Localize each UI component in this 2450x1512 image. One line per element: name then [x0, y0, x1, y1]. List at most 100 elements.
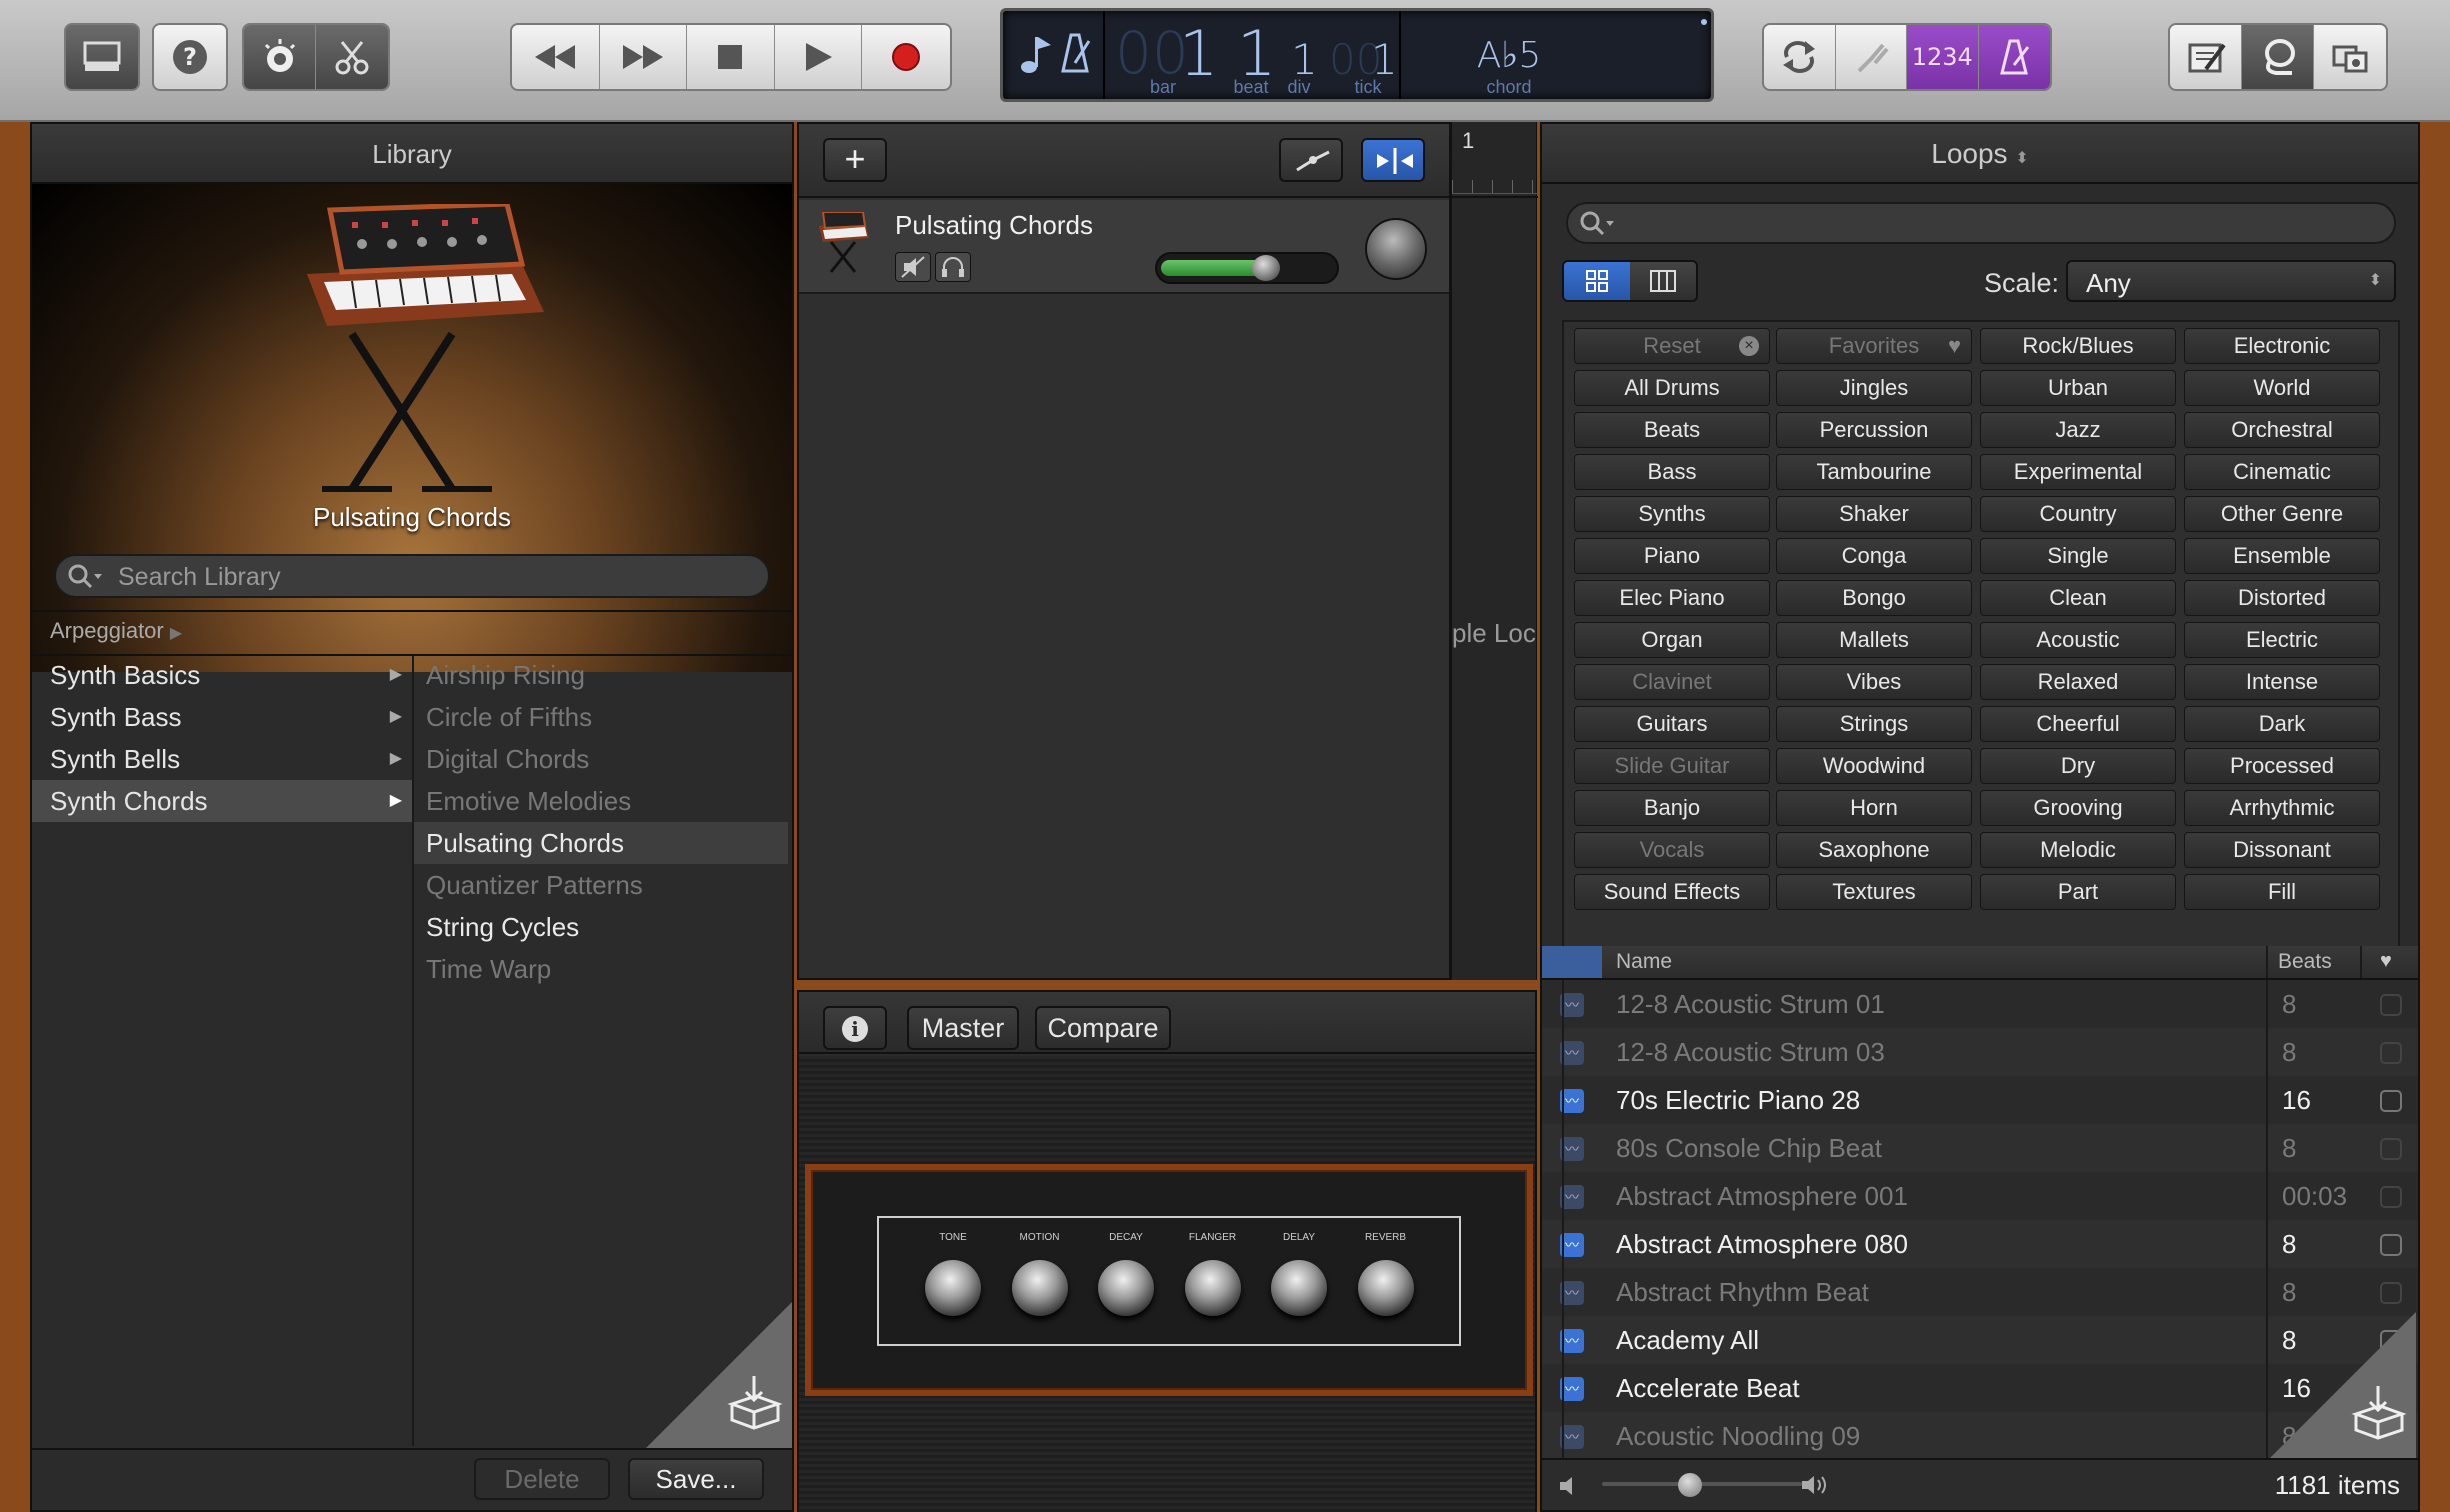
keyword-button[interactable]: Part [1980, 874, 2176, 910]
keyword-button[interactable]: Strings [1776, 706, 1972, 742]
favorite-checkbox[interactable] [2380, 1282, 2402, 1304]
patch-item[interactable]: Digital Chords [414, 738, 788, 780]
keyword-button[interactable]: Horn [1776, 790, 1972, 826]
library-button[interactable] [64, 23, 140, 91]
keyword-button[interactable]: Synths [1574, 496, 1770, 532]
count-in-button[interactable]: 1234 [1907, 25, 1979, 89]
keyword-button[interactable]: Slide Guitar [1574, 748, 1770, 784]
keyword-button[interactable]: Sound Effects [1574, 874, 1770, 910]
favorite-checkbox[interactable] [2380, 1138, 2402, 1160]
library-search-field[interactable]: Search Library [54, 554, 770, 598]
automation-button[interactable] [1279, 138, 1343, 182]
category-item[interactable]: Synth Basics ▶ [32, 654, 412, 696]
mute-button[interactable] [895, 252, 931, 282]
keyword-button[interactable]: Clean [1980, 580, 2176, 616]
help-button[interactable]: ? [152, 23, 228, 91]
keyword-button[interactable]: Dry [1980, 748, 2176, 784]
category-item[interactable]: Synth Chords ▶ [32, 780, 412, 822]
keyword-button[interactable]: Mallets [1776, 622, 1972, 658]
delete-button[interactable]: Delete [474, 1458, 610, 1500]
smart-knob[interactable] [925, 1260, 981, 1316]
smart-knob[interactable] [1184, 1260, 1241, 1316]
keyword-button[interactable]: Single [1980, 538, 2176, 574]
loop-row[interactable]: 〰 Abstract Rhythm Beat 8 [1542, 1268, 2418, 1316]
breadcrumb[interactable]: Arpeggiator ▶ [50, 618, 182, 644]
keyword-button[interactable]: Dissonant [2184, 832, 2380, 868]
keyword-button[interactable]: Fill [2184, 874, 2380, 910]
keyword-button[interactable]: Ensemble [2184, 538, 2380, 574]
note-pad-button[interactable] [2170, 25, 2242, 89]
favorite-checkbox[interactable] [2380, 1042, 2402, 1064]
keyword-button[interactable]: Electric [2184, 622, 2380, 658]
keyword-button[interactable]: Melodic [1980, 832, 2176, 868]
keyword-button[interactable]: Vocals [1574, 832, 1770, 868]
play-button[interactable] [775, 25, 863, 89]
preview-volume-thumb[interactable] [1678, 1473, 1702, 1497]
volume-thumb[interactable] [1252, 255, 1281, 281]
keyword-button[interactable]: Rock/Blues [1980, 328, 2176, 364]
patch-item[interactable]: Pulsating Chords [414, 822, 788, 864]
smart-quantize-button[interactable] [1361, 138, 1425, 182]
keyword-button[interactable]: Grooving [1980, 790, 2176, 826]
loop-row[interactable]: 〰 12-8 Acoustic Strum 01 8 [1542, 980, 2418, 1028]
keyword-button[interactable]: Piano [1574, 538, 1770, 574]
loop-row[interactable]: 〰 12-8 Acoustic Strum 03 8 [1542, 1028, 2418, 1076]
volume-slider[interactable] [1155, 252, 1339, 284]
keyword-button[interactable]: Beats [1574, 412, 1770, 448]
media-browser-button[interactable] [2314, 25, 2386, 89]
loop-row[interactable]: 〰 80s Console Chip Beat 8 [1542, 1124, 2418, 1172]
keyword-button[interactable]: Favorites ♥ [1776, 328, 1972, 364]
keyword-button[interactable]: Other Genre [2184, 496, 2380, 532]
keyword-button[interactable]: Processed [2184, 748, 2380, 784]
loop-browser-button[interactable] [2242, 25, 2314, 89]
keyword-button[interactable]: Tambourine [1776, 454, 1972, 490]
keyword-button[interactable]: Jazz [1980, 412, 2176, 448]
compare-button[interactable]: Compare [1035, 1006, 1171, 1050]
keyword-button[interactable]: Country [1980, 496, 2176, 532]
favorite-checkbox[interactable] [2380, 1186, 2402, 1208]
library-drop-zone[interactable] [644, 1302, 792, 1450]
cycle-button[interactable] [1764, 25, 1836, 89]
keyword-button[interactable]: All Drums [1574, 370, 1770, 406]
keyword-button[interactable]: Shaker [1776, 496, 1972, 532]
category-item[interactable]: Synth Bells ▶ [32, 738, 412, 780]
keyword-button[interactable]: Vibes [1776, 664, 1972, 700]
patch-item[interactable]: Emotive Melodies [414, 780, 788, 822]
column-beats[interactable]: Beats [2278, 950, 2332, 974]
favorite-checkbox[interactable] [2380, 1234, 2402, 1256]
keyword-button[interactable]: Acoustic [1980, 622, 2176, 658]
keyword-button[interactable]: Textures [1776, 874, 1972, 910]
keyword-button[interactable]: Saxophone [1776, 832, 1972, 868]
keyword-button[interactable]: Banjo [1574, 790, 1770, 826]
patch-item[interactable]: String Cycles [414, 906, 788, 948]
loop-row[interactable]: 〰 Abstract Atmosphere 080 8 [1542, 1220, 2418, 1268]
keyword-button[interactable]: Bass [1574, 454, 1770, 490]
keyword-button[interactable]: Jingles [1776, 370, 1972, 406]
keyword-button[interactable]: Arrhythmic [2184, 790, 2380, 826]
keyword-button[interactable]: Urban [1980, 370, 2176, 406]
tuner-button[interactable] [1836, 25, 1907, 89]
keyword-button[interactable]: Guitars [1574, 706, 1770, 742]
record-button[interactable] [862, 25, 950, 89]
keyword-button[interactable]: Elec Piano [1574, 580, 1770, 616]
keyword-button[interactable]: Distorted [2184, 580, 2380, 616]
preview-volume-slider[interactable] [1602, 1482, 1802, 1486]
smart-knob[interactable] [1011, 1260, 1068, 1316]
keyword-button[interactable]: Cheerful [1980, 706, 2176, 742]
lcd-display[interactable]: 00 1 bar 1 beat 1 div 00 1 tick A♭5 chor… [1000, 8, 1714, 102]
rewind-button[interactable] [512, 25, 600, 89]
patch-item[interactable]: Airship Rising [414, 654, 788, 696]
keyword-button[interactable]: Cinematic [2184, 454, 2380, 490]
keyword-button[interactable]: Dark [2184, 706, 2380, 742]
patch-item[interactable]: Quantizer Patterns [414, 864, 788, 906]
column-name[interactable]: Name [1616, 950, 1672, 974]
master-button[interactable]: Master [907, 1006, 1019, 1050]
smart-knob[interactable] [1357, 1260, 1414, 1316]
keyword-button[interactable]: Intense [2184, 664, 2380, 700]
info-button[interactable]: i [823, 1006, 887, 1050]
loop-row[interactable]: 〰 Abstract Atmosphere 001 00:03 [1542, 1172, 2418, 1220]
patch-item[interactable]: Circle of Fifths [414, 696, 788, 738]
editors-button[interactable] [316, 25, 388, 89]
favorite-heart-icon[interactable]: ♥ [2380, 950, 2392, 973]
keyword-button[interactable]: Percussion [1776, 412, 1972, 448]
